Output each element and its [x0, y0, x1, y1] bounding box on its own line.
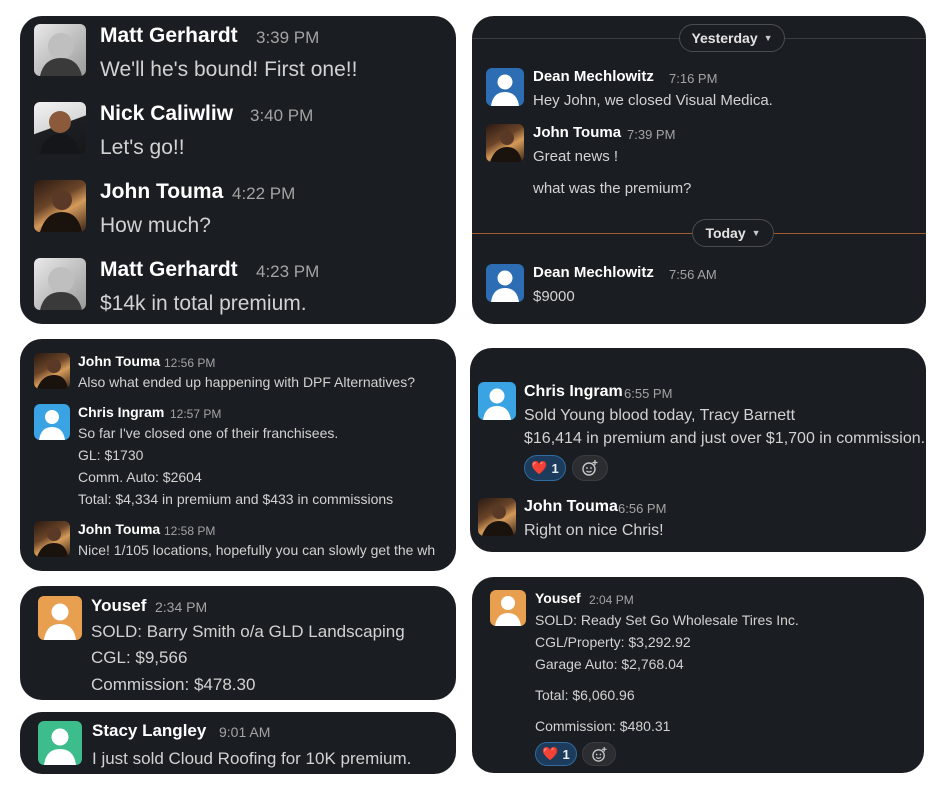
message-line: CGL/Property: $3,292.92 — [535, 634, 691, 650]
timestamp[interactable]: 3:40 PM — [250, 106, 313, 126]
timestamp[interactable]: 4:22 PM — [232, 184, 295, 204]
message-card-3: John Touma 12:56 PM Also what ended up h… — [20, 339, 456, 571]
message-line: SOLD: Barry Smith o/a GLD Landscaping — [91, 622, 405, 641]
timestamp[interactable]: 12:58 PM — [164, 524, 215, 538]
heart-emoji: ❤️ — [542, 746, 559, 761]
sender-name[interactable]: Dean Mechlowitz — [533, 68, 654, 85]
timestamp[interactable]: 7:39 PM — [627, 127, 675, 142]
message-text: We'll he's bound! First one!! — [100, 58, 358, 81]
sender-name[interactable]: Yousef — [535, 590, 581, 606]
sender-name[interactable]: Yousef — [91, 596, 146, 616]
message-line: Garage Auto: $2,768.04 — [535, 656, 684, 672]
timestamp[interactable]: 2:34 PM — [155, 599, 207, 615]
timestamp[interactable]: 12:56 PM — [164, 356, 215, 370]
sender-name[interactable]: Matt Gerhardt — [100, 24, 238, 48]
message-line: Total: $6,060.96 — [535, 687, 635, 703]
default-user-icon[interactable] — [490, 590, 526, 626]
message-text: Let's go!! — [100, 136, 185, 159]
sender-name[interactable]: John Touma — [524, 498, 618, 516]
heart-emoji: ❤️ — [531, 460, 548, 475]
date-divider-label: Today — [705, 225, 746, 241]
timestamp[interactable]: 12:57 PM — [170, 407, 221, 421]
message-line: SOLD: Ready Set Go Wholesale Tires Inc. — [535, 612, 799, 628]
timestamp[interactable]: 4:23 PM — [256, 262, 319, 282]
john-touma-avatar[interactable] — [34, 521, 70, 557]
message-line: So far I've closed one of their franchis… — [78, 425, 339, 441]
message-text: what was the premium? — [533, 180, 692, 197]
sender-name[interactable]: Stacy Langley — [92, 721, 206, 741]
message-text: Also what ended up happening with DPF Al… — [78, 374, 415, 390]
message-card-7: Stacy Langley 9:01 AM I just sold Cloud … — [20, 712, 456, 774]
default-user-icon[interactable] — [38, 596, 82, 640]
timestamp[interactable]: 9:01 AM — [219, 724, 270, 740]
sender-name[interactable]: Chris Ingram — [524, 383, 623, 401]
message-line: Total: $4,334 in premium and $433 in com… — [78, 491, 394, 507]
john-touma-avatar[interactable] — [478, 498, 516, 536]
sender-name[interactable]: John Touma — [78, 521, 160, 537]
john-touma-avatar[interactable] — [34, 353, 70, 389]
sender-name[interactable]: Nick Caliwliw — [100, 102, 233, 126]
sender-name[interactable]: John Touma — [78, 353, 160, 369]
john-touma-avatar[interactable] — [34, 180, 86, 232]
message-line: Commission: $480.31 — [535, 718, 671, 734]
message-card-6: Yousef 2:04 PM SOLD: Ready Set Go Wholes… — [472, 577, 924, 773]
default-user-icon[interactable] — [486, 68, 524, 106]
reaction-count: 1 — [562, 746, 570, 762]
timestamp[interactable]: 2:04 PM — [589, 593, 634, 607]
heart-reaction[interactable]: ❤️ 1 — [535, 742, 577, 766]
message-text: I just sold Cloud Roofing for 10K premiu… — [92, 749, 412, 768]
sender-name[interactable]: John Touma — [533, 124, 621, 141]
sender-name[interactable]: John Touma — [100, 180, 223, 204]
message-line: GL: $1730 — [78, 447, 144, 463]
message-card-5: Yousef 2:34 PM SOLD: Barry Smith o/a GLD… — [20, 586, 456, 700]
timestamp[interactable]: 6:56 PM — [618, 501, 666, 516]
default-user-icon[interactable] — [478, 382, 516, 420]
message-text: $9000 — [533, 288, 575, 305]
message-text: Great news ! — [533, 148, 619, 165]
date-divider-today[interactable]: Today ▼ — [692, 219, 774, 247]
date-divider-label: Yesterday — [691, 30, 758, 46]
sender-name[interactable]: Chris Ingram — [78, 404, 164, 420]
message-card-2: Yesterday ▼ Dean Mechlowitz 7:16 PM Hey … — [472, 16, 926, 324]
message-card-4: Chris Ingram 6:55 PM Sold Young blood to… — [470, 348, 926, 552]
sender-name[interactable]: Matt Gerhardt — [100, 258, 238, 282]
john-touma-avatar[interactable] — [486, 124, 524, 162]
message-line: Commission: $478.30 — [91, 675, 256, 694]
chevron-down-icon: ▼ — [763, 33, 773, 43]
sender-name[interactable]: Dean Mechlowitz — [533, 264, 654, 281]
timestamp[interactable]: 7:16 PM — [669, 71, 717, 86]
message-line: Sold Young blood today, Tracy Barnett — [524, 407, 796, 424]
default-user-icon[interactable] — [486, 264, 524, 302]
message-line: Comm. Auto: $2604 — [78, 469, 202, 485]
message-card-1: Matt Gerhardt 3:39 PM We'll he's bound! … — [20, 16, 456, 324]
message-line: $16,414 in premium and just over $1,700 … — [524, 430, 926, 447]
message-text: Nice! 1/105 locations, hopefully you can… — [78, 542, 436, 558]
default-user-icon[interactable] — [38, 721, 82, 765]
chevron-down-icon: ▼ — [751, 228, 761, 238]
message-text: Right on nice Chris! — [524, 522, 664, 539]
message-text: $14k in total premium. — [100, 292, 307, 315]
heart-reaction[interactable]: ❤️ 1 — [524, 455, 566, 481]
timestamp[interactable]: 7:56 AM — [669, 267, 717, 282]
matt-gerhardt-avatar[interactable] — [34, 258, 86, 310]
message-line: CGL: $9,566 — [91, 648, 188, 667]
timestamp[interactable]: 3:39 PM — [256, 28, 319, 48]
matt-gerhardt-avatar[interactable] — [34, 24, 86, 76]
timestamp[interactable]: 6:55 PM — [624, 386, 672, 401]
add-reaction-icon[interactable] — [582, 742, 616, 766]
date-divider-yesterday[interactable]: Yesterday ▼ — [679, 24, 785, 52]
nick-caliwliw-avatar[interactable] — [34, 102, 86, 154]
add-reaction-icon[interactable] — [572, 455, 608, 481]
reaction-count: 1 — [551, 460, 559, 476]
message-text: How much? — [100, 214, 211, 237]
default-user-icon[interactable] — [34, 404, 70, 440]
message-text: Hey John, we closed Visual Medica. — [533, 92, 773, 109]
